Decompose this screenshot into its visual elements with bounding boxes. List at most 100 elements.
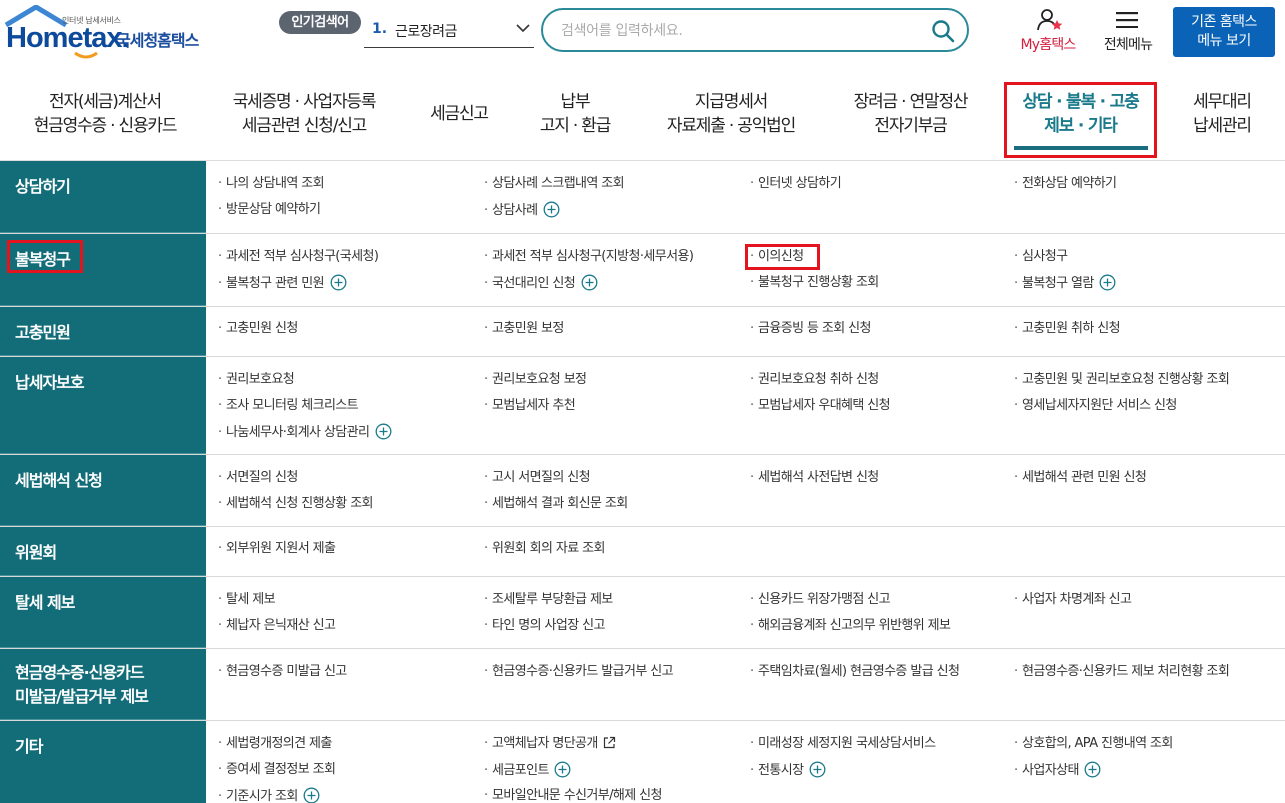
menu-link[interactable]: · 외부위원 지원서 제출 xyxy=(218,540,336,558)
menu-link[interactable]: · 불복청구 진행상황 조회 xyxy=(750,274,879,292)
menu-link[interactable]: · 세법해석 신청 진행상황 조회 xyxy=(218,495,374,513)
menu-link[interactable]: · 고충민원 신청 xyxy=(218,320,298,338)
menu-link[interactable]: · 국선대리인 신청 xyxy=(484,274,598,293)
menu-link-label: 모범납세자 추천 xyxy=(492,398,576,413)
menu-link[interactable]: · 심사청구 xyxy=(1014,248,1068,266)
menu-link-label: 국선대리인 신청 xyxy=(492,276,576,291)
gnb-tax-filing[interactable]: 세금신고 xyxy=(413,86,505,160)
popular-search-dropdown[interactable]: 1. 근로장려금 xyxy=(364,10,534,48)
plus-circle-icon[interactable] xyxy=(809,761,826,778)
gnb-e-invoice[interactable]: 전자(세금)계산서 현금영수증 · 신용카드 xyxy=(10,86,200,160)
menu-link[interactable]: · 전화상담 예약하기 xyxy=(1014,175,1117,193)
gnb-incentive[interactable]: 장려금 · 연말정산 전자기부금 xyxy=(833,86,988,160)
menu-link[interactable]: · 전통시장 xyxy=(750,761,826,780)
menu-link-label: 현금영수증 미발급 신고 xyxy=(226,664,347,679)
plus-circle-icon[interactable] xyxy=(375,423,392,440)
gnb-payment[interactable]: 납부 고지 · 환급 xyxy=(520,86,630,160)
menu-link[interactable]: · 사업자상태 xyxy=(1014,761,1101,780)
menu-link-label: 모범납세자 우대혜택 신청 xyxy=(758,398,891,413)
menu-link[interactable]: · 금융증빙 등 조회 신청 xyxy=(750,320,871,338)
my-hometax-button[interactable]: My홈택스 xyxy=(1010,8,1086,54)
gnb-label: 장려금 · 연말정산 xyxy=(853,92,969,112)
gnb-payment-statement[interactable]: 지급명세서 자료제출 · 공익법인 xyxy=(646,86,816,160)
gnb-certificate[interactable]: 국세증명 · 사업자등록 세금관련 신청/신고 xyxy=(208,86,400,160)
menu-link[interactable]: · 모범납세자 우대혜택 신청 xyxy=(750,397,891,415)
menu-link[interactable]: · 사업자 차명계좌 신고 xyxy=(1014,591,1132,609)
menu-link[interactable]: · 상담사례 xyxy=(484,201,560,220)
menu-link[interactable]: · 세금포인트 xyxy=(484,761,571,780)
menu-link[interactable]: · 상호합의, APA 진행내역 조회 xyxy=(1014,735,1173,753)
menu-link[interactable]: · 과세전 적부 심사청구(국세청) xyxy=(218,248,379,266)
all-menu-label: 전체메뉴 xyxy=(1103,37,1153,53)
menu-link[interactable]: · 미래성장 세정지원 국세상담서비스 xyxy=(750,735,936,753)
menu-link[interactable]: · 나눔세무사·회계사 상담관리 xyxy=(218,423,392,442)
menu-link[interactable]: · 고충민원 및 권리보호요청 진행상황 조회 xyxy=(1014,371,1230,389)
menu-link[interactable]: · 주택임차료(월세) 현금영수증 발급 신청 xyxy=(750,663,960,681)
menu-link[interactable]: · 현금영수증·신용카드 제보 처리현황 조회 xyxy=(1014,663,1230,681)
menu-link[interactable]: · 모바일안내문 수신거부/해제 신청 xyxy=(484,787,662,803)
plus-circle-icon[interactable] xyxy=(303,787,320,803)
logo-subtitle: 국세청홈택스 xyxy=(116,31,199,50)
menu-link[interactable]: · 불복청구 관련 민원 xyxy=(218,274,347,293)
menu-link[interactable]: · 권리보호요청 xyxy=(218,371,295,389)
menu-link[interactable]: · 신용카드 위장가맹점 신고 xyxy=(750,591,891,609)
menu-link[interactable]: · 체납자 은닉재산 신고 xyxy=(218,617,336,635)
menu-link[interactable]: · 권리보호요청 취하 신청 xyxy=(750,371,879,389)
menu-link[interactable]: · 과세전 적부 심사청구(지방청·세무서용) xyxy=(484,248,694,266)
menu-link[interactable]: · 상담사례 스크랩내역 조회 xyxy=(484,175,625,193)
menu-link[interactable]: · 현금영수증 미발급 신고 xyxy=(218,663,347,681)
menu-link[interactable]: · 해외금융계좌 신고의무 위반행위 제보 xyxy=(750,617,951,635)
plus-circle-icon[interactable] xyxy=(330,274,347,291)
menu-link[interactable]: · 조세탈루 부당환급 제보 xyxy=(484,591,613,609)
row-heading-label: 기타 xyxy=(15,737,43,756)
menu-link[interactable]: · 현금영수증·신용카드 발급거부 신고 xyxy=(484,663,674,681)
logo-wordmark: Hometax. xyxy=(6,22,130,54)
menu-link[interactable]: · 나의 상담내역 조회 xyxy=(218,175,325,193)
menu-link[interactable]: · 기준시가 조회 xyxy=(218,787,320,803)
menu-link[interactable]: · 고시 서면질의 신청 xyxy=(484,469,591,487)
menu-link-label: 기준시가 조회 xyxy=(226,789,298,803)
menu-link-label: 세법해석 관련 민원 신청 xyxy=(1022,470,1147,485)
menu-link[interactable]: · 권리보호요청 보정 xyxy=(484,371,587,389)
menu-link[interactable]: · 고충민원 보정 xyxy=(484,320,564,338)
search-input[interactable] xyxy=(561,21,921,41)
menu-link-label: 고액체납자 명단공개 xyxy=(492,736,598,751)
legacy-line2: 메뉴 보기 xyxy=(1197,33,1251,49)
plus-circle-icon[interactable] xyxy=(581,274,598,291)
highlight-box xyxy=(7,240,83,273)
menu-link[interactable]: · 고액체납자 명단공개 xyxy=(484,735,616,753)
plus-circle-icon[interactable] xyxy=(543,201,560,218)
menu-link[interactable]: · 증여세 결정정보 조회 xyxy=(218,761,336,779)
menu-link[interactable]: · 세법령개정의견 제출 xyxy=(218,735,332,753)
hometax-logo[interactable]: 인터넷 납세서비스 Hometax. 국세청홈택스 xyxy=(4,5,224,59)
menu-link-label: 세법령개정의견 제출 xyxy=(226,736,332,751)
all-menu-button[interactable]: 전체메뉴 xyxy=(1095,8,1161,54)
menu-row-etc: 기타 · 세법령개정의견 제출 · 고액체납자 명단공개 · 미래성장 세정지원 국세… xyxy=(0,721,1285,803)
menu-row-report: 탈세 제보 · 탈세 제보 · 조세탈루 부당환급 제보 · 신용카드 위장가맹점 신… xyxy=(0,577,1285,649)
legacy-hometax-button[interactable]: 기존 홈택스 메뉴 보기 xyxy=(1173,7,1275,57)
row-heading: 고충민원 xyxy=(0,307,206,356)
menu-link[interactable]: · 탈세 제보 xyxy=(218,591,276,609)
menu-link[interactable]: · 세법해석 결과 회신문 조회 xyxy=(484,495,628,513)
menu-link[interactable]: · 세법해석 관련 민원 신청 xyxy=(1014,469,1147,487)
menu-link[interactable]: · 세법해석 사전답변 신청 xyxy=(750,469,879,487)
menu-link[interactable]: · 모범납세자 추천 xyxy=(484,397,576,415)
legacy-line1: 기존 홈택스 xyxy=(1191,14,1257,30)
menu-link[interactable]: · 고충민원 취하 신청 xyxy=(1014,320,1121,338)
plus-circle-icon[interactable] xyxy=(554,761,571,778)
menu-link[interactable]: · 영세납세자지원단 서비스 신청 xyxy=(1014,397,1177,415)
menu-link[interactable]: · 위원회 회의 자료 조회 xyxy=(484,540,605,558)
menu-link[interactable]: · 조사 모니터링 체크리스트 xyxy=(218,397,359,415)
menu-link[interactable]: · 인터넷 상담하기 xyxy=(750,175,842,193)
menu-link[interactable]: · 방문상담 예약하기 xyxy=(218,201,321,219)
external-link-icon xyxy=(604,736,616,749)
menu-link[interactable]: · 서면질의 신청 xyxy=(218,469,298,487)
plus-circle-icon[interactable] xyxy=(1084,761,1101,778)
search-icon[interactable] xyxy=(931,19,955,43)
menu-link[interactable]: · 타인 명의 사업장 신고 xyxy=(484,617,605,635)
menu-link-label: 상담사례 xyxy=(492,203,538,218)
plus-circle-icon[interactable] xyxy=(1099,274,1116,291)
gnb-tax-agent[interactable]: 세무대리 납세관리 xyxy=(1172,86,1272,160)
menu-link-label: 고충민원 보정 xyxy=(492,321,564,336)
menu-link[interactable]: · 불복청구 열람 xyxy=(1014,274,1116,293)
